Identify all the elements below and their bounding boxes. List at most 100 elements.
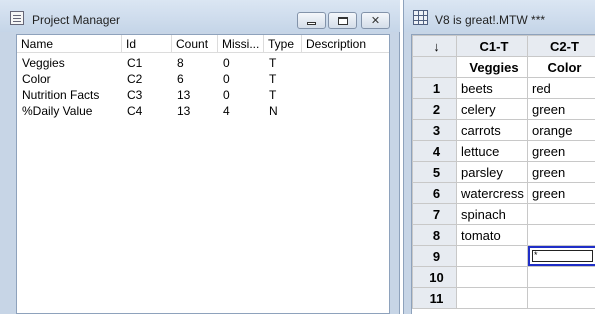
maximize-icon: [337, 16, 348, 25]
name-row-header: [412, 56, 457, 78]
item-name: Nutrition Facts: [22, 88, 100, 102]
cell-c2[interactable]: green: [527, 161, 595, 183]
item-count: 6: [177, 72, 184, 86]
maximize-button[interactable]: [328, 12, 357, 29]
table-row: 1 beets red: [412, 77, 595, 99]
cell-c2[interactable]: green: [527, 182, 595, 204]
row-number[interactable]: 6: [412, 182, 457, 204]
cell-c1[interactable]: watercress: [456, 182, 528, 204]
item-missing: 0: [223, 72, 230, 86]
list-item[interactable]: Veggies C1 8 0 T: [17, 55, 389, 71]
active-cell-highlight: *: [528, 246, 595, 266]
table-row: 6 watercress green: [412, 182, 595, 204]
worksheet-titlebar[interactable]: V8 is great!.MTW ***: [404, 0, 595, 32]
cell-c1[interactable]: celery: [456, 98, 528, 120]
column-name-c1[interactable]: Veggies: [456, 56, 528, 78]
item-id: C2: [127, 72, 143, 86]
table-row: 8 tomato: [412, 224, 595, 246]
active-cell[interactable]: *: [527, 245, 595, 267]
col-header-missing[interactable]: Missi...: [218, 35, 264, 53]
list-item[interactable]: %Daily Value C4 13 4 N: [17, 103, 389, 119]
cell-c2[interactable]: [527, 266, 595, 288]
active-cell-editor[interactable]: *: [532, 250, 593, 262]
column-name-c2[interactable]: Color: [527, 56, 595, 78]
project-manager-title: Project Manager: [32, 13, 121, 27]
cell-c1[interactable]: [456, 287, 528, 309]
item-type: T: [269, 56, 277, 70]
column-id-row: ↓ C1-T C2-T: [412, 35, 595, 57]
column-id-c1[interactable]: C1-T: [456, 35, 528, 57]
list-item[interactable]: Color C2 6 0 T: [17, 71, 389, 87]
row-number[interactable]: 9: [412, 245, 457, 267]
item-count: 13: [177, 104, 191, 118]
item-count: 13: [177, 88, 191, 102]
row-number[interactable]: 3: [412, 119, 457, 141]
item-description: [302, 55, 389, 71]
minimize-button[interactable]: [297, 12, 326, 29]
cell-c2[interactable]: green: [527, 140, 595, 162]
cell-c1[interactable]: beets: [456, 77, 528, 99]
project-manager-window: Project Manager ✕ Name Id Count Missi...…: [0, 0, 400, 314]
cell-c1[interactable]: lettuce: [456, 140, 528, 162]
column-id-c2[interactable]: C2-T: [527, 35, 595, 57]
item-name: Veggies: [22, 56, 65, 70]
cell-c2[interactable]: [527, 224, 595, 246]
item-count: 8: [177, 56, 184, 70]
item-id: C4: [127, 104, 143, 118]
item-missing: 0: [223, 56, 230, 70]
table-row: 5 parsley green: [412, 161, 595, 183]
col-header-id[interactable]: Id: [122, 35, 172, 53]
cell-c2[interactable]: [527, 287, 595, 309]
table-row: 10: [412, 266, 595, 288]
row-number[interactable]: 8: [412, 224, 457, 246]
columns-list-header: Name Id Count Missi... Type Description: [17, 35, 389, 53]
row-number[interactable]: 1: [412, 77, 457, 99]
item-type: T: [269, 88, 277, 102]
row-number[interactable]: 2: [412, 98, 457, 120]
minimize-icon: [307, 21, 316, 25]
worksheet-grid: ↓ C1-T C2-T Veggies Color 1 beets red 2 …: [411, 34, 595, 314]
item-missing: 0: [223, 88, 230, 102]
cell-c2[interactable]: orange: [527, 119, 595, 141]
item-description: [302, 87, 389, 103]
col-header-name[interactable]: Name: [17, 35, 122, 53]
row-number[interactable]: 10: [412, 266, 457, 288]
item-missing: 4: [223, 104, 230, 118]
cell-c2[interactable]: [527, 203, 595, 225]
item-name: Color: [22, 72, 51, 86]
cell-c1[interactable]: spinach: [456, 203, 528, 225]
columns-list: Name Id Count Missi... Type Description …: [16, 34, 390, 314]
item-name: %Daily Value: [22, 104, 93, 118]
cell-c1[interactable]: parsley: [456, 161, 528, 183]
table-row: 4 lettuce green: [412, 140, 595, 162]
row-number[interactable]: 4: [412, 140, 457, 162]
col-header-description[interactable]: Description: [302, 35, 389, 53]
cell-c2[interactable]: green: [527, 98, 595, 120]
item-type: N: [269, 104, 278, 118]
cell-c1[interactable]: carrots: [456, 119, 528, 141]
row-number[interactable]: 5: [412, 161, 457, 183]
data-direction-arrow-icon[interactable]: ↓: [412, 35, 457, 57]
cell-c1[interactable]: tomato: [456, 224, 528, 246]
worksheet-table: ↓ C1-T C2-T Veggies Color 1 beets red 2 …: [412, 35, 595, 309]
project-manager-icon: [10, 11, 24, 25]
project-manager-titlebar[interactable]: Project Manager ✕: [0, 0, 400, 32]
table-row: 7 spinach: [412, 203, 595, 225]
item-id: C3: [127, 88, 143, 102]
close-button[interactable]: ✕: [361, 12, 390, 29]
table-row: 11: [412, 287, 595, 309]
table-row: 2 celery green: [412, 98, 595, 120]
row-number[interactable]: 11: [412, 287, 457, 309]
close-icon: ✕: [370, 15, 381, 27]
table-row: 9 *: [412, 245, 595, 267]
item-id: C1: [127, 56, 143, 70]
list-item[interactable]: Nutrition Facts C3 13 0 T: [17, 87, 389, 103]
cell-c1[interactable]: [456, 266, 528, 288]
cell-c1[interactable]: [456, 245, 528, 267]
cell-c2[interactable]: red: [527, 77, 595, 99]
item-description: [302, 103, 389, 119]
row-number[interactable]: 7: [412, 203, 457, 225]
col-header-type[interactable]: Type: [264, 35, 302, 53]
col-header-count[interactable]: Count: [172, 35, 218, 53]
worksheet-title: V8 is great!.MTW ***: [435, 13, 546, 27]
